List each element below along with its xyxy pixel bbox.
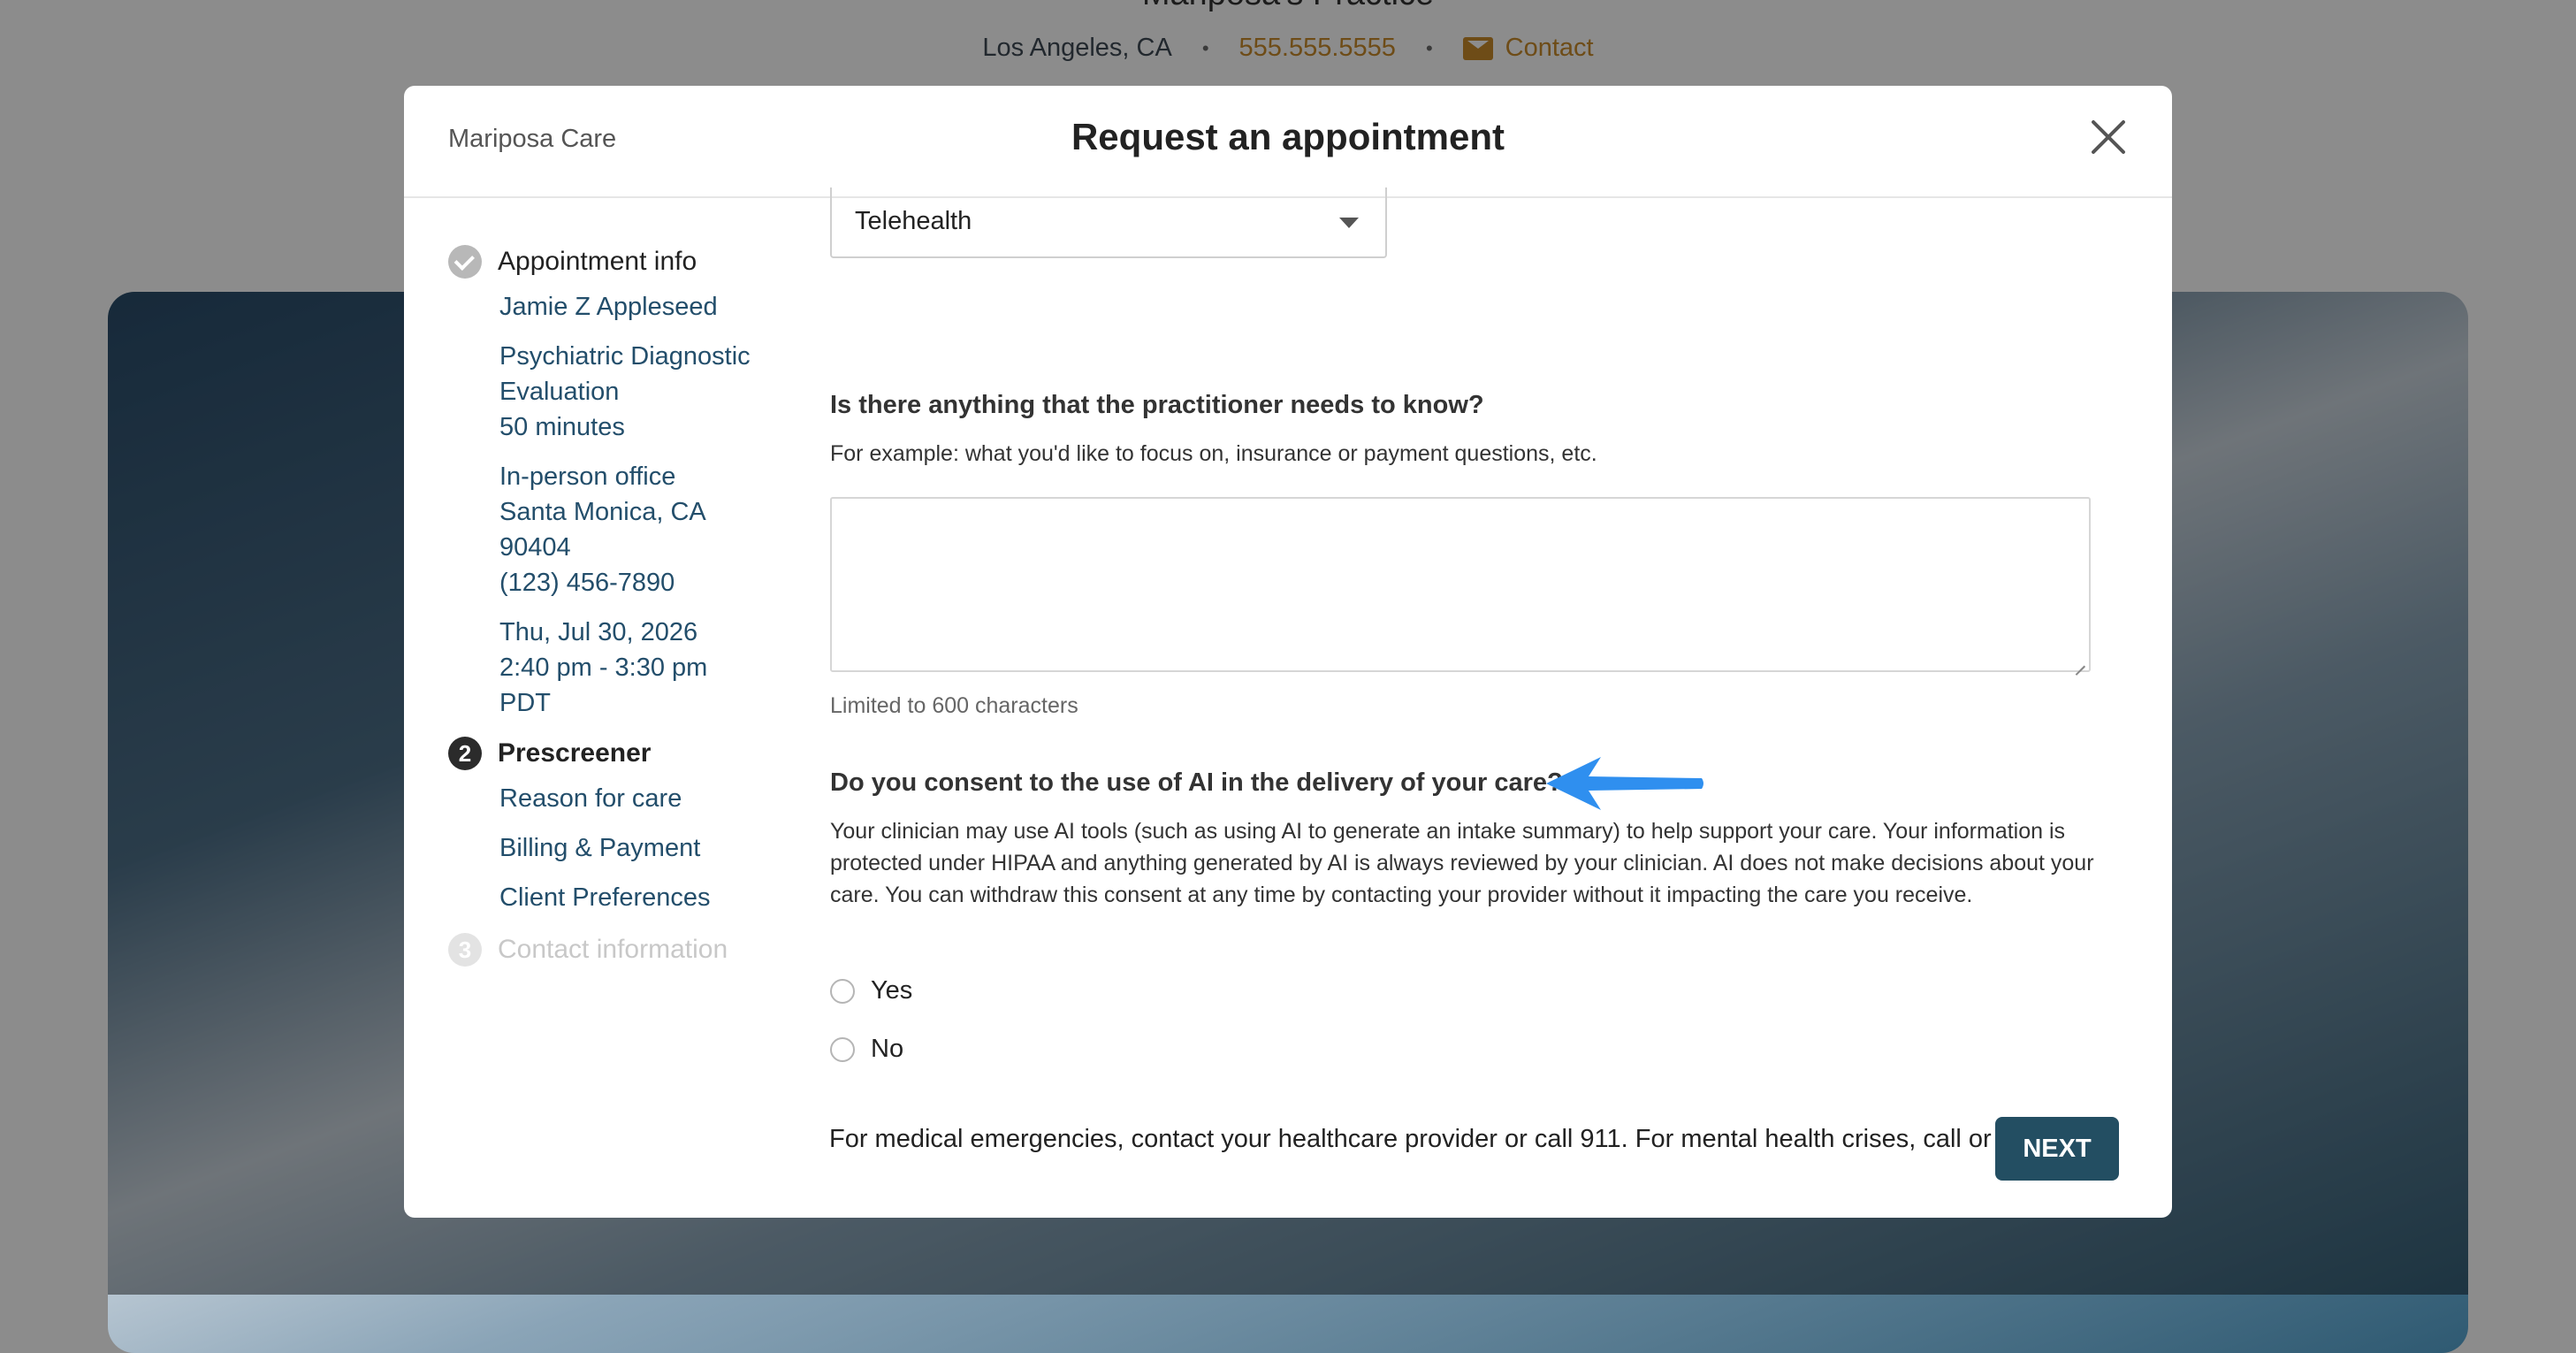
service-line: Evaluation <box>499 378 620 406</box>
resize-handle-icon[interactable] <box>2073 654 2085 667</box>
visit-type-value: Telehealth <box>855 207 972 235</box>
office-phone: (123) 456-7890 <box>499 569 675 597</box>
step-contact-information: 3 Contact information <box>448 933 784 967</box>
steps-sidebar: Appointment info Jamie Z Appleseed Psych… <box>448 245 784 967</box>
notes-question: Is there anything that the practitioner … <box>830 391 1484 419</box>
consent-yes-option[interactable]: Yes <box>830 976 912 1005</box>
notes-textarea[interactable] <box>830 497 2091 672</box>
appointment-time: 2:40 pm - 3:30 pm <box>499 654 708 682</box>
office-type: In-person office <box>499 462 676 491</box>
step-label: Prescreener <box>498 738 652 768</box>
step-appointment-info[interactable]: Appointment info <box>448 245 784 279</box>
appointment-summary: Jamie Z Appleseed Psychiatric Diagnostic… <box>448 289 784 721</box>
office-zip: 90404 <box>499 533 571 562</box>
appointment-date: Thu, Jul 30, 2026 <box>499 618 698 646</box>
consent-no-option[interactable]: No <box>830 1035 903 1064</box>
close-icon[interactable] <box>2089 118 2128 157</box>
step-label: Appointment info <box>498 247 697 276</box>
option-label: Yes <box>871 976 913 1005</box>
step-label: Contact information <box>498 935 728 964</box>
appointment-timezone: PDT <box>499 689 551 717</box>
radio-no[interactable] <box>830 1036 855 1062</box>
visit-type-select[interactable]: Telehealth <box>830 187 1387 258</box>
notes-limit: Limited to 600 characters <box>830 693 1078 718</box>
ai-consent-description: Your clinician may use AI tools (such as… <box>830 819 2094 907</box>
substep-billing-payment[interactable]: Billing & Payment <box>499 830 784 866</box>
substep-reason-for-care[interactable]: Reason for care <box>499 781 784 816</box>
summary-clinician: Jamie Z Appleseed <box>499 293 718 321</box>
check-icon <box>448 245 482 279</box>
option-label: No <box>871 1035 904 1063</box>
prescreener-substeps: Reason for care Billing & Payment Client… <box>448 781 784 915</box>
chevron-down-icon <box>1339 218 1359 228</box>
next-button[interactable]: NEXT <box>1995 1117 2119 1181</box>
appointment-modal: Mariposa Care Request an appointment App… <box>404 86 2172 1218</box>
radio-yes[interactable] <box>830 978 855 1004</box>
step-prescreener[interactable]: 2 Prescreener <box>448 737 784 770</box>
step-number-badge: 3 <box>448 933 482 967</box>
service-line: Psychiatric Diagnostic <box>499 342 751 371</box>
notes-hint: For example: what you'd like to focus on… <box>830 441 1597 466</box>
summary-datetime: Thu, Jul 30, 2026 2:40 pm - 3:30 pm PDT <box>499 615 784 721</box>
summary-location: In-person office Santa Monica, CA 90404 … <box>499 459 784 600</box>
summary-service: Psychiatric Diagnostic Evaluation 50 min… <box>499 339 784 445</box>
service-duration: 50 minutes <box>499 413 625 441</box>
emergency-notice: For medical emergencies, contact your he… <box>828 1125 2097 1153</box>
substep-client-preferences[interactable]: Client Preferences <box>499 880 784 915</box>
office-city: Santa Monica, CA <box>499 498 706 526</box>
modal-title: Request an appointment <box>1071 116 1505 157</box>
modal-header: Mariposa Care Request an appointment <box>404 86 2172 198</box>
ai-consent-question: Do you consent to the use of AI in the d… <box>830 768 1563 797</box>
step-number-badge: 2 <box>448 737 482 770</box>
arrow-pointer-icon <box>1546 757 1703 810</box>
